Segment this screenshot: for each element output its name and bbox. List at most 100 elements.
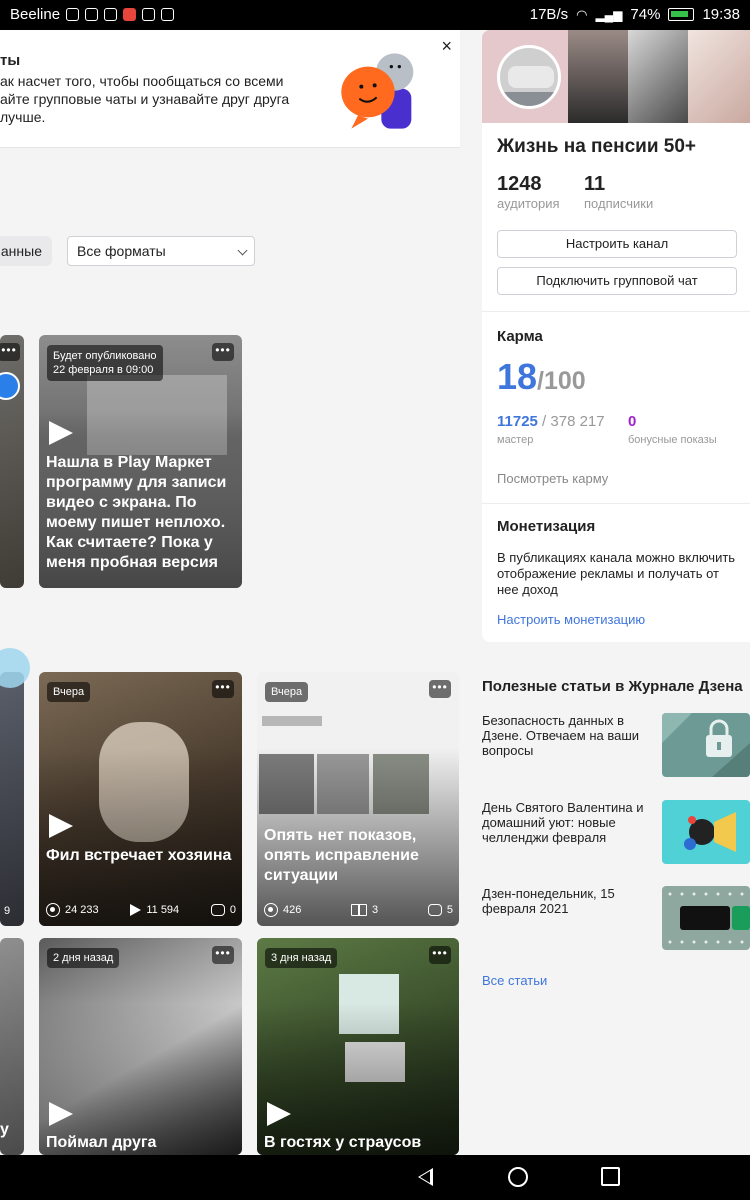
signal-icon: ▂▄▆ <box>595 7 623 22</box>
plays-count: 11 594 <box>146 904 180 916</box>
article-title[interactable]: Дзен-понедельник, 15 февраля 2021 <box>482 886 652 916</box>
notification-icon <box>66 8 80 21</box>
audience-label: аудитория <box>497 196 560 211</box>
subscribers-value: 11 <box>584 173 606 195</box>
setup-channel-button[interactable]: Настроить канал <box>497 230 737 258</box>
more-icon[interactable]: ••• <box>212 946 234 964</box>
play-icon <box>49 814 73 838</box>
see-karma-link[interactable]: Посмотреть карму <box>497 471 608 486</box>
article-thumb-valentine[interactable] <box>662 800 750 864</box>
banner-text: ак насчет того, чтобы пообщаться со всем… <box>0 72 330 126</box>
views-icon <box>264 903 278 917</box>
article-thumb-monday[interactable] <box>662 886 750 950</box>
more-icon[interactable]: ••• <box>212 343 234 361</box>
app-icon <box>123 8 137 21</box>
publication-card[interactable]: 2 дня назад ••• Поймал друга <box>39 938 242 1155</box>
close-icon[interactable]: × <box>441 36 452 57</box>
master-value: 11725 <box>497 413 538 430</box>
karma-score: 18/100 <box>497 356 586 398</box>
banner-line-2: айте групповые чаты и узнавайте друг дру… <box>0 91 290 125</box>
date-chip: Вчера <box>265 682 309 702</box>
article-thumb-security[interactable] <box>662 713 750 777</box>
camera-badge-icon <box>0 648 30 688</box>
reads-icon <box>351 904 368 916</box>
master-total: / 378 217 <box>537 413 605 430</box>
chat-mascot-icon <box>341 53 414 129</box>
megaphone-icon <box>684 812 736 852</box>
master-score: 11725 / 378 217 <box>497 413 605 430</box>
more-icon[interactable]: ••• <box>212 680 234 698</box>
publication-card[interactable]: Вчера ••• Фил встречает хозяина 24 233 1… <box>39 672 242 926</box>
play-icon <box>267 1102 291 1126</box>
status-bar: Beeline 17B/s ◠ ▂▄▆ 74% 19:38 <box>0 0 750 30</box>
publication-card[interactable]: 3 дня назад ••• В гостях у страусов <box>257 938 459 1155</box>
plays-icon <box>130 904 142 916</box>
chevron-down-icon <box>237 245 248 256</box>
monetization-title: Монетизация <box>497 518 596 535</box>
card-title: Опять нет показов, опять исправление сит… <box>264 827 419 884</box>
date-chip: 3 дня назад <box>265 948 338 968</box>
monetization-text: В публикациях канала можно включить отоб… <box>497 550 736 597</box>
android-navbar <box>0 1155 750 1200</box>
recent-apps-icon[interactable] <box>601 1167 620 1186</box>
card-title: Фил встречает хозяина <box>46 847 232 864</box>
channel-avatar[interactable] <box>497 45 561 109</box>
dzen-monday-icon <box>668 892 750 944</box>
channel-sidebar: Жизнь на пенсии 50+ 1248 аудитория 11 по… <box>482 30 750 642</box>
bonus-label: бонусные показы <box>628 434 717 446</box>
views-count: 426 <box>283 904 302 916</box>
image-icon <box>104 8 118 21</box>
type-filter-pill[interactable]: анные <box>0 236 52 266</box>
more-icon[interactable]: ••• <box>429 680 451 698</box>
subscribers-label: подписчики <box>584 196 654 211</box>
plus-icon <box>161 8 175 21</box>
back-icon[interactable] <box>418 1168 433 1186</box>
karma-title: Карма <box>497 328 543 345</box>
karma-max: /100 <box>537 367 586 395</box>
publication-card[interactable]: Вчера ••• Опять нет показов, опять испра… <box>257 672 459 926</box>
reads-count: 3 <box>372 904 379 916</box>
tiktok-icon <box>142 8 156 21</box>
play-icon <box>49 1102 73 1126</box>
publication-card-scheduled[interactable]: Будет опубликовано 22 февраля в 09:00 ••… <box>39 335 242 588</box>
bonus-value: 0 <box>628 413 637 430</box>
carrier-label: Beeline <box>10 6 61 23</box>
date-chip: Вчера <box>47 682 91 702</box>
format-select[interactable]: Все форматы <box>67 236 255 266</box>
wifi-icon: ◠ <box>576 6 588 22</box>
group-chat-banner: ты ак насчет того, чтобы пообщаться со в… <box>0 30 460 148</box>
comment-icon <box>427 904 442 916</box>
publication-card-partial[interactable]: 9 <box>0 672 24 926</box>
card-title: Поймал друга <box>46 1134 157 1151</box>
comments-count: 0 <box>229 904 236 916</box>
card-title: В гостях у страусов <box>264 1134 422 1151</box>
format-select-value: Все форматы <box>77 243 166 259</box>
publication-card-partial[interactable]: у <box>0 938 24 1155</box>
more-icon[interactable]: ••• <box>0 343 20 361</box>
date-chip: 2 дня назад <box>47 948 120 968</box>
home-icon[interactable] <box>508 1167 528 1187</box>
channel-name[interactable]: Жизнь на пенсии 50+ <box>497 136 696 158</box>
stat-count: 9 <box>4 905 11 917</box>
network-speed: 17B/s <box>529 6 569 23</box>
banner-line-1: ак насчет того, чтобы пообщаться со всем… <box>0 73 284 89</box>
article-title[interactable]: Безопасность данных в Дзене. Отвечаем на… <box>482 713 652 758</box>
connect-group-chat-button[interactable]: Подключить групповой чат <box>497 267 737 295</box>
more-icon[interactable]: ••• <box>429 946 451 964</box>
karma-value: 18 <box>497 356 538 397</box>
card-title: у <box>0 1121 9 1138</box>
setup-monetization-link[interactable]: Настроить монетизацию <box>497 612 645 627</box>
schedule-chip: Будет опубликовано 22 февраля в 09:00 <box>47 345 163 381</box>
instagram-icon <box>85 8 99 21</box>
articles-title: Полезные статьи в Журнале Дзена <box>482 678 743 695</box>
card-title: Нашла в Play Маркет программу для записи… <box>46 454 227 571</box>
views-count: 24 233 <box>65 904 99 916</box>
master-label: мастер <box>497 434 534 446</box>
play-icon <box>49 421 73 445</box>
comment-icon <box>210 904 225 916</box>
clock: 19:38 <box>702 6 740 23</box>
article-title[interactable]: День Святого Валентина и домашний уют: н… <box>482 800 652 845</box>
banner-title: ты <box>0 52 21 69</box>
comments-count: 5 <box>446 904 453 916</box>
all-articles-link[interactable]: Все статьи <box>482 973 547 988</box>
